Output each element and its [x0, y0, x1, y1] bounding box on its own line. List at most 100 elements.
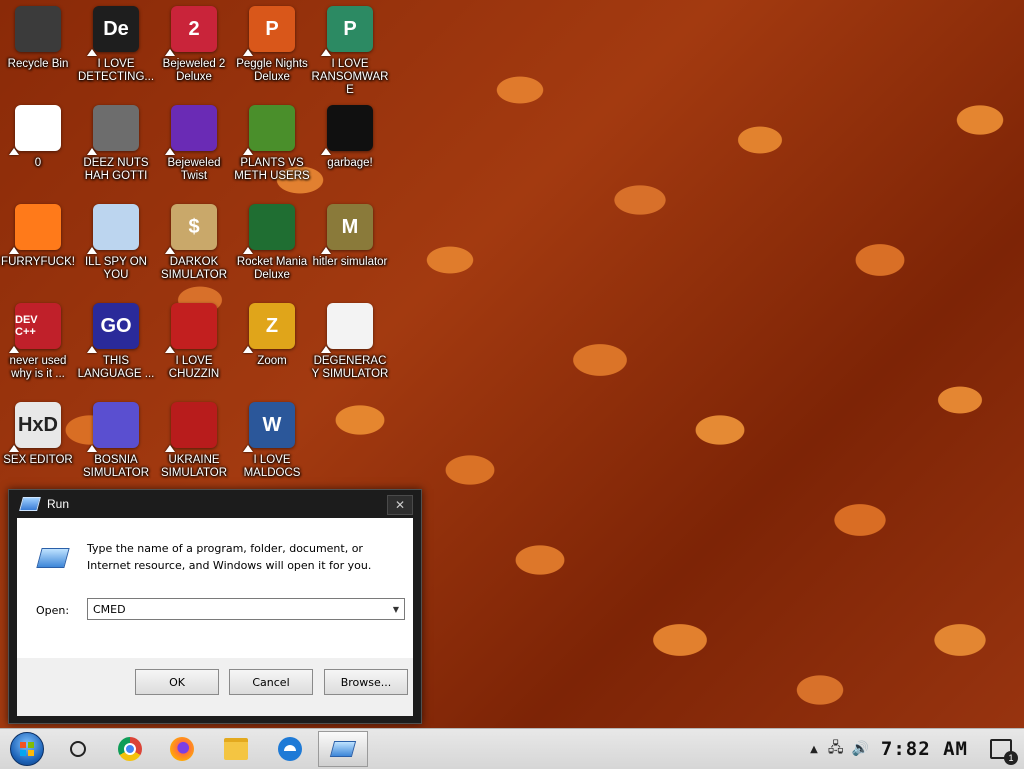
desktop-icon-label: Peggle Nights Deluxe [236, 58, 308, 83]
desktop-icon[interactable]: WI LOVE MALDOCS [234, 402, 310, 496]
taskbar-chrome[interactable] [108, 731, 152, 767]
desktop-icon[interactable]: 0 [0, 105, 76, 199]
ok-button[interactable]: OK [135, 669, 219, 695]
app-icon [9, 105, 61, 155]
desktop-icon[interactable]: PLANTS VS METH USERS [234, 105, 310, 199]
app-icon: Z [243, 303, 295, 353]
shortcut-arrow-icon [9, 148, 19, 155]
taskbar-edge[interactable] [268, 731, 312, 767]
close-button[interactable]: ✕ [387, 495, 413, 515]
desktop-icon[interactable]: Mhitler simulator [312, 204, 388, 298]
search-button[interactable] [56, 731, 100, 767]
app-icon: P [243, 6, 295, 56]
clock[interactable]: 7:82 AM [881, 738, 968, 760]
open-combobox[interactable]: ▼ [87, 598, 405, 620]
shortcut-arrow-icon [243, 346, 253, 353]
chrome-icon [118, 737, 142, 761]
app-icon [15, 6, 61, 52]
desktop-icon[interactable]: GO THIS LANGUAGE ... [78, 303, 154, 397]
open-input[interactable] [88, 600, 388, 618]
run-description: Type the name of a program, folder, docu… [87, 542, 372, 572]
shortcut-arrow-icon [165, 445, 175, 452]
app-icon: $ [165, 204, 217, 254]
run-footer: OK Cancel Browse... [17, 658, 413, 716]
app-icon: W [243, 402, 295, 452]
cortana-icon [70, 741, 86, 757]
desktop-icon-label: I LOVE RANSOMWARE [311, 58, 389, 96]
volume-icon[interactable]: 🔊 [851, 741, 868, 757]
shortcut-arrow-icon [165, 247, 175, 254]
desktop-icon[interactable]: ILL SPY ON YOU [78, 204, 154, 298]
browse-button[interactable]: Browse... [324, 669, 408, 695]
desktop-icon-label: Zoom [257, 355, 287, 367]
app-icon: P [321, 6, 373, 56]
taskbar-firefox[interactable] [160, 731, 204, 767]
shortcut-arrow-icon [9, 445, 19, 452]
desktop-icon-label: ILL SPY ON YOU [84, 256, 147, 281]
app-icon: 2 [165, 6, 217, 56]
app-icon: GO [87, 303, 139, 353]
desktop-icon[interactable]: DEV C++ never used why is it ... [0, 303, 76, 397]
run-icon [329, 741, 357, 757]
desktop-icon-label: hitler simulator [312, 256, 388, 268]
app-icon [243, 204, 295, 254]
desktop-icon[interactable]: BOSNIA SIMULATOR [78, 402, 154, 496]
notification-icon[interactable] [990, 739, 1018, 765]
chevron-down-icon[interactable]: ▼ [388, 605, 404, 614]
shortcut-arrow-icon [243, 49, 253, 56]
run-titlebar[interactable]: Run ✕ [9, 490, 421, 518]
desktop-icon-label: DEGENERACY SIMULATOR [311, 355, 389, 380]
shortcut-arrow-icon [321, 346, 331, 353]
network-icon[interactable]: 🖧 [828, 737, 844, 761]
cancel-button[interactable]: Cancel [229, 669, 313, 695]
desktop-icon-label: FURRYFUCK! [1, 256, 75, 268]
desktop-icon[interactable]: HxD SEX EDITOR [0, 402, 76, 496]
desktop-icon-label: Bejeweled Twist [167, 157, 221, 182]
desktop-icon[interactable]: UKRAINE SIMULATOR [156, 402, 232, 496]
close-icon: ✕ [394, 498, 406, 512]
app-icon [87, 105, 139, 155]
app-icon [243, 105, 295, 155]
desktop-icon[interactable]: PI LOVE RANSOMWARE [312, 6, 388, 100]
taskbar-file-explorer[interactable] [214, 731, 258, 767]
app-icon [165, 303, 217, 353]
desktop-icon[interactable]: $ DARKOK SIMULATOR [156, 204, 232, 298]
system-tray: ▲ 🖧 🔊 7:82 AM [810, 729, 1024, 769]
desktop-icon[interactable]: garbage! [312, 105, 388, 199]
shortcut-arrow-icon [243, 148, 253, 155]
desktop-icon-label: I LOVE CHUZZIN [168, 355, 220, 380]
shortcut-arrow-icon [165, 148, 175, 155]
desktop-icon-label: Rocket Mania Deluxe [236, 256, 308, 281]
shortcut-arrow-icon [165, 346, 175, 353]
desktop-icon[interactable]: I LOVE CHUZZIN [156, 303, 232, 397]
shortcut-arrow-icon [321, 148, 331, 155]
shortcut-arrow-icon [87, 247, 97, 254]
app-icon: HxD [9, 402, 61, 452]
shortcut-arrow-icon [321, 247, 331, 254]
desktop-icon-label: Recycle Bin [7, 58, 69, 70]
desktop-icon[interactable]: Z Zoom [234, 303, 310, 397]
app-icon [87, 402, 139, 452]
desktop-icon[interactable]: Recycle Bin [0, 6, 76, 100]
desktop-icon[interactable]: De I LOVE DETECTING... [78, 6, 154, 100]
app-icon [9, 204, 61, 254]
firefox-icon [170, 737, 194, 761]
desktop-icon[interactable]: Rocket Mania Deluxe [234, 204, 310, 298]
open-label: Open: [36, 604, 70, 617]
desktop-icon[interactable]: Bejeweled Twist [156, 105, 232, 199]
taskbar-run[interactable] [318, 731, 368, 767]
desktop-icon[interactable]: P Peggle Nights Deluxe [234, 6, 310, 100]
shortcut-arrow-icon [321, 49, 331, 56]
desktop-icon[interactable]: 2 Bejeweled 2 Deluxe [156, 6, 232, 100]
chevron-up-icon[interactable]: ▲ [810, 744, 818, 755]
desktop-icon[interactable]: DEGENERACY SIMULATOR [312, 303, 388, 397]
shortcut-arrow-icon [87, 49, 97, 56]
app-icon [165, 105, 217, 155]
desktop-icon[interactable]: DEEZ NUTS HAH GOTTI [78, 105, 154, 199]
desktop-icon[interactable]: FURRYFUCK! [0, 204, 76, 298]
shortcut-arrow-icon [165, 49, 175, 56]
desktop-icon-label: PLANTS VS METH USERS [234, 157, 310, 182]
start-button[interactable] [5, 731, 49, 767]
taskbar: ▲ 🖧 🔊 7:82 AM [0, 728, 1024, 769]
desktop-icon-label: 0 [34, 157, 42, 169]
